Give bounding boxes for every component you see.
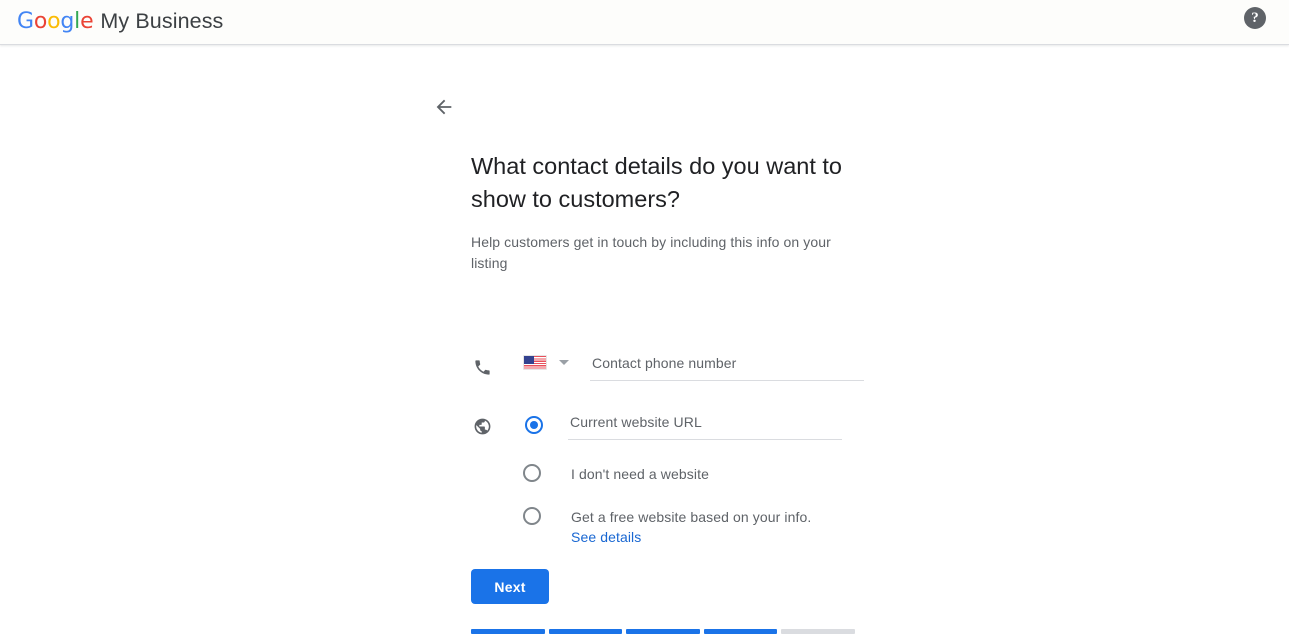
onboarding-card: What contact details do you want to show… — [471, 150, 861, 274]
google-letter-g: G — [17, 9, 34, 34]
see-details-link[interactable]: See details — [571, 527, 811, 547]
current-website-url-input[interactable] — [568, 414, 842, 440]
chevron-down-icon[interactable] — [559, 360, 569, 365]
progress-segment-2 — [549, 629, 623, 634]
phone-input-wrapper — [590, 355, 864, 381]
radio-no-website[interactable] — [523, 464, 541, 482]
website-url-input-wrapper — [568, 414, 842, 440]
country-code-selector[interactable] — [523, 355, 569, 370]
google-wordmark: Google — [17, 11, 93, 33]
contact-phone-input[interactable] — [590, 355, 864, 381]
option-free-website-text: Get a free website based on your info. S… — [571, 507, 811, 547]
page-title: What contact details do you want to show… — [471, 150, 843, 216]
page-subtitle: Help customers get in touch by including… — [471, 232, 843, 274]
progress-segment-3 — [626, 629, 700, 634]
phone-icon — [471, 356, 493, 378]
website-url-field-row — [471, 414, 842, 440]
progress-segment-5 — [781, 629, 855, 634]
progress-segment-1 — [471, 629, 545, 634]
arrow-left-icon[interactable] — [429, 93, 459, 121]
google-letter-o2: o — [47, 9, 60, 34]
globe-icon — [471, 415, 493, 437]
phone-field-row — [471, 355, 864, 381]
content-area: What contact details do you want to show… — [0, 45, 1289, 595]
google-letter-o1: o — [34, 9, 47, 34]
option-free-website-label: Get a free website based on your info. — [571, 509, 811, 525]
app-header: Google My Business ? — [0, 0, 1289, 45]
help-icon[interactable]: ? — [1244, 7, 1266, 29]
google-letter-g2: g — [60, 9, 74, 34]
option-free-website[interactable]: Get a free website based on your info. S… — [471, 507, 811, 547]
google-letter-e: e — [80, 9, 93, 34]
radio-current-website-url[interactable] — [525, 416, 543, 434]
us-flag-icon — [523, 355, 547, 370]
option-no-website[interactable]: I don't need a website — [471, 464, 709, 484]
option-no-website-label: I don't need a website — [571, 464, 709, 484]
brand-suffix-label: My Business — [100, 11, 223, 33]
next-button[interactable]: Next — [471, 569, 549, 604]
radio-free-website[interactable] — [523, 507, 541, 525]
progress-segment-4 — [704, 629, 778, 634]
brand-logo[interactable]: Google My Business — [17, 11, 223, 33]
onboarding-progress-bar — [471, 629, 855, 634]
